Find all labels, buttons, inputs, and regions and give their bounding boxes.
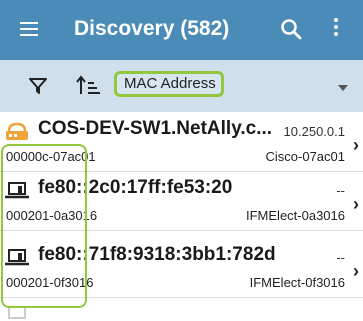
chevron-right-icon: › xyxy=(353,194,359,214)
discovery-toolbar: MAC Address xyxy=(0,60,363,112)
switch-icon xyxy=(6,122,28,140)
laptop-icon xyxy=(8,306,26,319)
device-name: fe80::71f8:9318:3bb1:782d xyxy=(38,244,276,265)
device-ip: -- xyxy=(336,183,345,198)
device-ip: 10.250.0.1 xyxy=(283,124,345,139)
filter-icon[interactable] xyxy=(28,76,48,96)
device-mac: 00000c-07ac01 xyxy=(6,149,96,164)
sort-icon[interactable] xyxy=(76,75,102,97)
device-name: COS-DEV-SW1.NetAlly.c... xyxy=(38,118,273,139)
device-ip: -- xyxy=(336,250,345,265)
chevron-right-icon: › xyxy=(353,261,359,281)
device-mac: 000201-0a3016 xyxy=(6,208,98,223)
device-label: IFMElect-0f3016 xyxy=(249,275,345,290)
more-vert-icon[interactable] xyxy=(334,18,340,40)
page-title: Discovery (582) xyxy=(74,17,230,40)
device-row[interactable]: fe80::2c0:17ff:fe53:20 -- 000201-0a3016 … xyxy=(0,172,363,231)
device-mac: 000201-0f3016 xyxy=(6,275,94,290)
chevron-down-icon[interactable] xyxy=(338,85,348,91)
laptop-icon xyxy=(5,249,29,266)
device-row[interactable]: COS-DEV-SW1.NetAlly.c... 10.250.0.1 0000… xyxy=(0,113,363,172)
search-icon[interactable] xyxy=(278,16,304,42)
device-name: fe80::2c0:17ff:fe53:20 xyxy=(38,177,233,198)
partial-device-row[interactable] xyxy=(0,298,363,321)
device-label: IFMElect-0a3016 xyxy=(246,208,345,223)
chevron-right-icon: › xyxy=(353,135,359,155)
laptop-icon xyxy=(5,182,29,199)
hamburger-menu-icon[interactable] xyxy=(20,22,38,36)
device-row[interactable]: fe80::71f8:9318:3bb1:782d -- 000201-0f30… xyxy=(0,239,363,298)
device-label: Cisco-07ac01 xyxy=(265,149,346,164)
app-bar: Discovery (582) xyxy=(0,0,363,60)
sort-field-select[interactable]: MAC Address xyxy=(114,71,224,97)
